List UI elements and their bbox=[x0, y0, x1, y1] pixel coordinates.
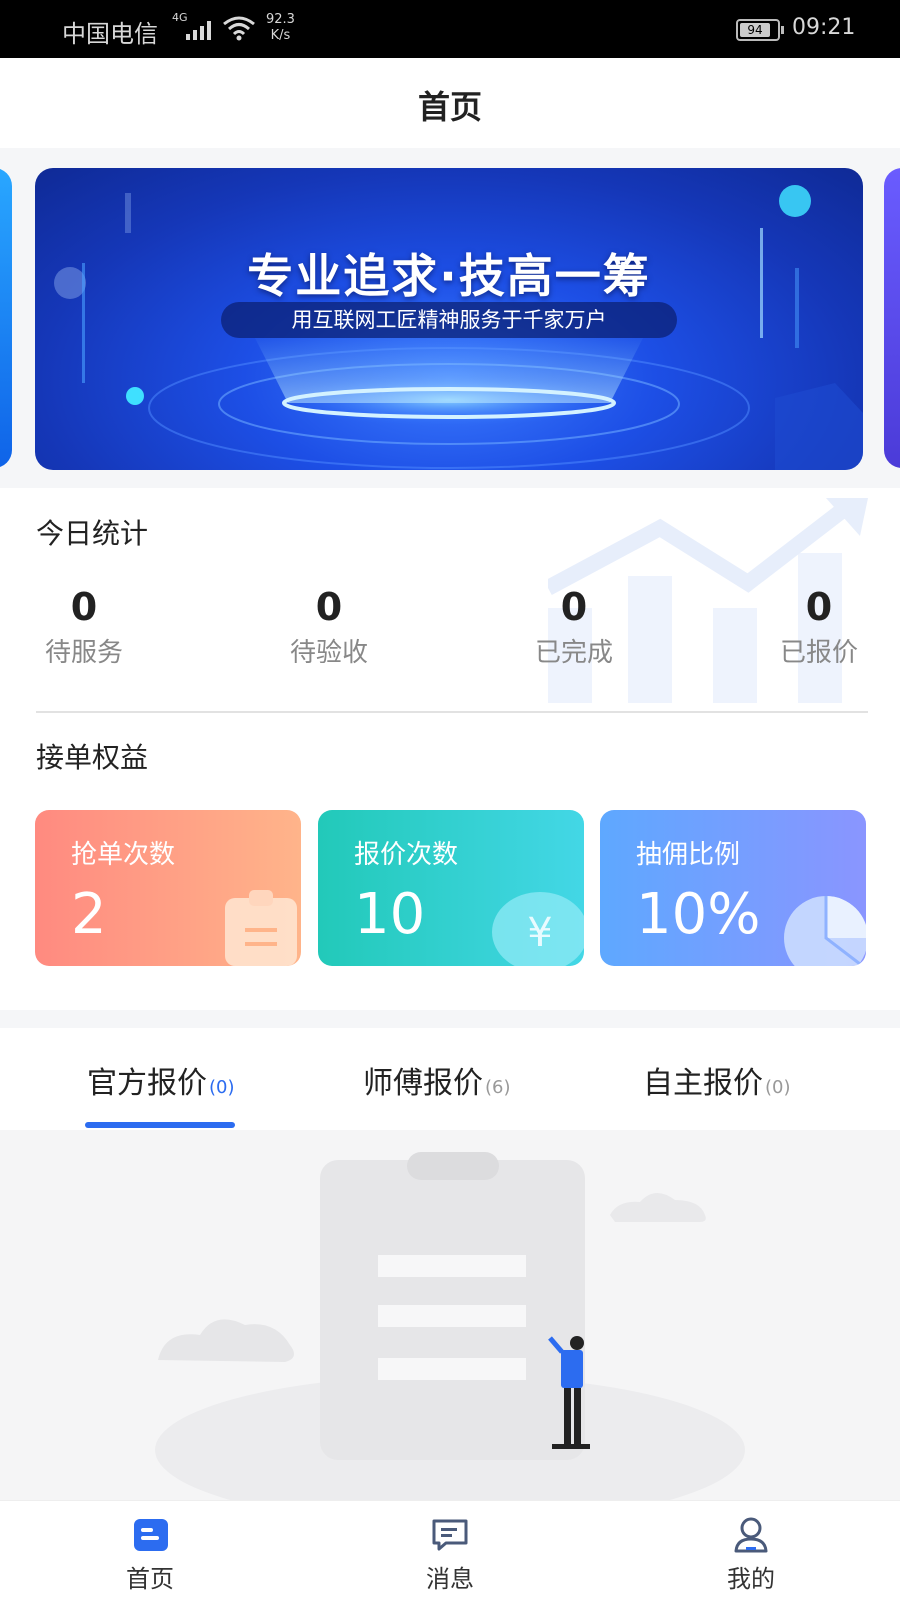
benefits-title: 接单权益 bbox=[36, 741, 149, 774]
nav-label: 我的 bbox=[727, 1565, 775, 1593]
banner-prev-slide[interactable] bbox=[0, 168, 12, 468]
home-icon bbox=[134, 1519, 168, 1551]
nav-label: 首页 bbox=[126, 1565, 174, 1593]
benefit-value: 10% bbox=[636, 882, 761, 947]
benefit-commission-rate[interactable]: 抽佣比例 10% bbox=[600, 810, 866, 966]
page-title: 首页 bbox=[417, 88, 482, 126]
tab-label: 师傅报价 bbox=[363, 1066, 483, 1101]
signal-icon bbox=[186, 21, 211, 40]
message-icon bbox=[432, 1519, 468, 1551]
battery-icon: 94 bbox=[736, 19, 784, 41]
divider bbox=[36, 711, 868, 713]
carrier-name: 中国电信 bbox=[62, 20, 158, 48]
quote-tabs: 官方报价 (0) 师傅报价 (6) 自主报价 (0) bbox=[0, 1028, 900, 1130]
banner-slide[interactable]: 专业追求·技高一筹 用互联网工匠精神服务于千家万户 bbox=[35, 168, 863, 470]
benefit-value: 10 bbox=[354, 882, 426, 947]
nav-home[interactable]: 首页 bbox=[90, 1515, 210, 1594]
benefit-label: 抢单次数 bbox=[71, 840, 176, 870]
bottom-nav: 首页 消息 我的 bbox=[0, 1500, 900, 1600]
today-stats-title: 今日统计 bbox=[36, 517, 149, 550]
empty-state bbox=[0, 1130, 900, 1500]
yuan-coin-icon: ¥ bbox=[492, 892, 584, 966]
stat-label: 待验收 bbox=[289, 638, 368, 668]
network-speed: 92.3 K/s bbox=[266, 12, 295, 44]
nav-messages[interactable]: 消息 bbox=[390, 1515, 510, 1594]
stat-completed[interactable]: 0 已完成 bbox=[514, 584, 634, 669]
stat-value: 0 bbox=[560, 585, 588, 629]
tab-master-quote[interactable]: 师傅报价 (6) bbox=[363, 1058, 511, 1102]
stat-value: 0 bbox=[805, 585, 833, 629]
banner-title: 专业追求·技高一筹 bbox=[247, 249, 651, 303]
battery-level: 94 bbox=[740, 23, 770, 37]
nav-label: 消息 bbox=[426, 1565, 474, 1593]
stat-pending-acceptance[interactable]: 0 待验收 bbox=[269, 584, 389, 669]
stat-label: 待服务 bbox=[44, 638, 123, 668]
banner-carousel[interactable]: 专业追求·技高一筹 用互联网工匠精神服务于千家万户 bbox=[0, 148, 900, 488]
tab-official-quote[interactable]: 官方报价 (0) bbox=[87, 1058, 235, 1102]
empty-state-illustration bbox=[155, 1152, 745, 1500]
speed-value: 92.3 bbox=[266, 12, 295, 27]
tab-count: (0) bbox=[765, 1077, 791, 1098]
benefit-value: 2 bbox=[71, 882, 107, 947]
clipboard-icon bbox=[225, 890, 297, 966]
wifi-icon bbox=[223, 16, 255, 41]
svg-text:¥: ¥ bbox=[527, 910, 552, 956]
tab-count: (0) bbox=[209, 1077, 235, 1098]
pie-chart-icon bbox=[784, 896, 866, 966]
tab-count: (6) bbox=[485, 1077, 511, 1098]
tab-active-indicator bbox=[85, 1122, 235, 1128]
stats-section: 今日统计 0 待服务 0 待验收 0 已完成 0 已报价 接单权益 抢单次数 2… bbox=[0, 488, 900, 1010]
stat-label: 已报价 bbox=[779, 638, 858, 668]
banner-next-slide[interactable] bbox=[884, 168, 900, 468]
benefit-label: 抽佣比例 bbox=[636, 840, 741, 870]
clock: 09:21 bbox=[792, 15, 856, 40]
tab-label: 官方报价 bbox=[87, 1066, 207, 1101]
stat-label: 已完成 bbox=[534, 638, 613, 668]
stat-value: 0 bbox=[315, 585, 343, 629]
stat-value: 0 bbox=[70, 585, 98, 629]
tab-label: 自主报价 bbox=[643, 1066, 763, 1101]
benefit-grab-orders[interactable]: 抢单次数 2 bbox=[35, 810, 301, 966]
profile-icon bbox=[734, 1517, 768, 1553]
nav-bar: 首页 bbox=[0, 58, 900, 148]
speed-unit: K/s bbox=[270, 28, 291, 43]
benefit-quote-count[interactable]: 报价次数 10 ¥ bbox=[318, 810, 584, 966]
stat-pending-service[interactable]: 0 待服务 bbox=[24, 584, 144, 669]
banner-subtitle: 用互联网工匠精神服务于千家万户 bbox=[221, 302, 677, 338]
benefit-label: 报价次数 bbox=[354, 840, 459, 870]
stat-quoted[interactable]: 0 已报价 bbox=[759, 584, 879, 669]
status-bar: 中国电信 4G 92.3 K/s 94 09:21 bbox=[0, 0, 900, 58]
tab-self-quote[interactable]: 自主报价 (0) bbox=[643, 1058, 791, 1102]
nav-profile[interactable]: 我的 bbox=[691, 1515, 811, 1594]
